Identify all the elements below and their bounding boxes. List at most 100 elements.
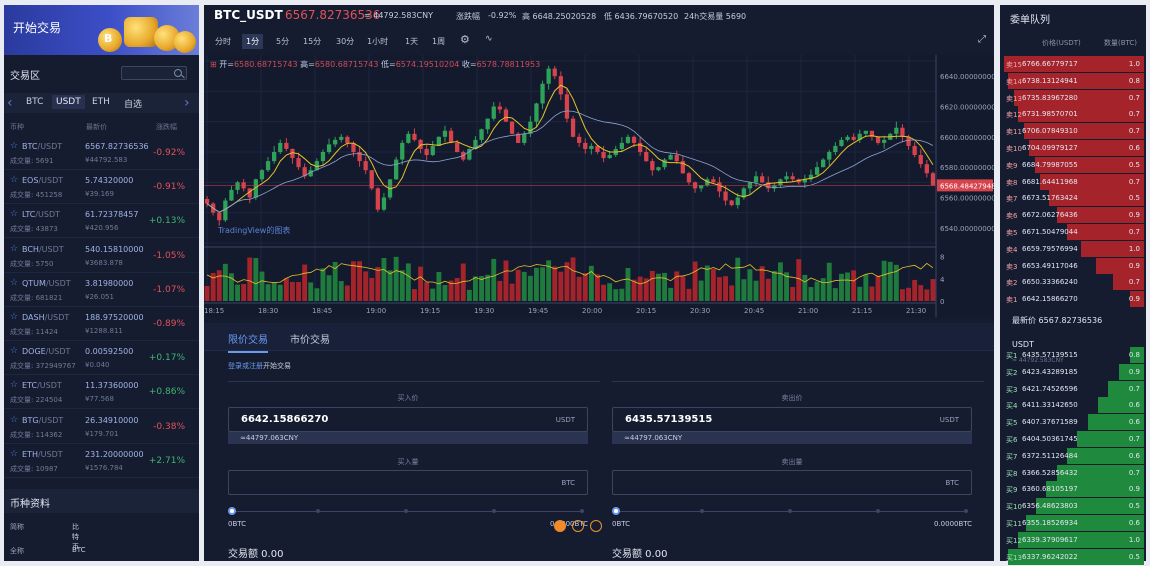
bid-row[interactable]: 买12 6339.37909617 1.0: [1004, 531, 1144, 548]
bid-row[interactable]: 买3 6421.74526596 0.7: [1004, 380, 1144, 397]
ask-row[interactable]: 卖10 6704.09979127 0.6: [1004, 140, 1144, 156]
ask-row[interactable]: 卖2 6650.33366240 0.7: [1004, 274, 1144, 291]
slider-tick[interactable]: [788, 509, 792, 513]
interval-30m[interactable]: 30分: [336, 36, 354, 47]
ask-row[interactable]: 卖1 6642.15866270 0.9: [1004, 291, 1144, 308]
bid-row[interactable]: 买5 6407.37671589 0.6: [1004, 414, 1144, 431]
ask-row[interactable]: 卖14 6738.13124941 0.8: [1004, 72, 1144, 89]
bid-row[interactable]: 买11 6355.18526934 0.6: [1004, 515, 1144, 531]
slider-tick[interactable]: [316, 509, 320, 513]
ask-row[interactable]: 卖15 6766.66779717 1.0: [1004, 56, 1144, 72]
bid-row[interactable]: 买1 6435.57139515 0.8: [1004, 347, 1144, 363]
market-row[interactable]: ☆ DASH/USDT 成交量: 11424 188.97520000 ¥1288.81…: [4, 307, 199, 341]
carousel-dot[interactable]: [572, 520, 584, 532]
interval-timeline[interactable]: 分时: [215, 36, 231, 47]
tab-limit-order[interactable]: 限价交易: [228, 331, 268, 353]
ask-row[interactable]: 卖3 6653.49117046 0.9: [1004, 257, 1144, 274]
tab-favorites[interactable]: 自选: [124, 97, 142, 110]
market-row[interactable]: ☆ BTG/USDT 成交量: 114362 26.34910000 ¥179.701 -…: [4, 410, 199, 444]
market-row[interactable]: ☆ ETC/USDT 成交量: 224504 11.37360000 ¥77.568 +0…: [4, 375, 199, 410]
buy-qty-input[interactable]: BTC: [228, 470, 588, 495]
start-trading-banner[interactable]: 开始交易 B: [4, 5, 199, 55]
market-row[interactable]: ☆ LTC/USDT 成交量: 43873 61.72378457 ¥420.956 +0…: [4, 204, 199, 239]
interval-1m[interactable]: 1分: [242, 34, 264, 49]
volume-bar: [637, 276, 643, 301]
bid-row[interactable]: 买2 6423.43289185 0.9: [1004, 363, 1144, 380]
candle-body: [930, 173, 936, 186]
price-chart[interactable]: 6568.48427948 6640.00000000 6620.00000000 6…: [204, 55, 996, 317]
interval-1w[interactable]: 1周: [432, 36, 445, 47]
volume-bar: [924, 289, 930, 301]
interval-1h[interactable]: 1小时: [367, 36, 388, 47]
interval-1d[interactable]: 1天: [405, 36, 418, 47]
tab-usdt[interactable]: USDT: [52, 95, 85, 109]
ask-row[interactable]: 卖5 6671.50479044 0.7: [1004, 224, 1144, 240]
slider-tick[interactable]: [404, 509, 408, 513]
indicators-icon[interactable]: ∿: [485, 34, 493, 44]
tradingview-watermark[interactable]: TradingView的图表: [218, 225, 290, 236]
star-icon[interactable]: ☆: [10, 380, 18, 390]
slider-tick[interactable]: [876, 509, 880, 513]
interval-15m[interactable]: 15分: [303, 36, 321, 47]
star-icon[interactable]: ☆: [10, 415, 18, 425]
tab-btc[interactable]: BTC: [26, 97, 43, 107]
slider-tick[interactable]: [964, 509, 968, 513]
market-search-input[interactable]: [121, 66, 187, 80]
sell-amount-slider[interactable]: [616, 511, 968, 512]
ask-row[interactable]: 卖8 6681.64411968 0.7: [1004, 173, 1144, 190]
buy-price-input[interactable]: 6642.15866270 USDT: [228, 407, 588, 432]
market-row[interactable]: ☆ QTUM/USDT 成交量: 681821 3.81980000 ¥26.051 -1…: [4, 273, 199, 307]
market-row[interactable]: ☆ BCH/USDT 成交量: 5750 540.15810000 ¥3683.878 -…: [4, 239, 199, 273]
chevron-right-icon[interactable]: ›: [184, 95, 194, 111]
ask-row[interactable]: 卖6 6672.06276436 0.9: [1004, 207, 1144, 224]
star-icon[interactable]: ☆: [10, 244, 18, 254]
bid-row[interactable]: 买6 6404.50361745 0.7: [1004, 431, 1144, 447]
search-icon[interactable]: [174, 69, 182, 77]
star-icon[interactable]: ☆: [10, 175, 18, 185]
slider-tick[interactable]: [700, 509, 704, 513]
slider-tick[interactable]: [580, 509, 584, 513]
time-tick-label: 20:30: [690, 307, 710, 315]
tab-eth[interactable]: ETH: [92, 97, 110, 107]
fullscreen-icon[interactable]: ⤢: [978, 34, 986, 45]
ask-row[interactable]: 卖4 6659.79576994 1.0: [1004, 240, 1144, 257]
tab-market-order[interactable]: 市价交易: [290, 331, 330, 346]
bid-row[interactable]: 买4 6411.33142650 0.6: [1004, 397, 1144, 414]
slider-tick[interactable]: [492, 509, 496, 513]
market-row[interactable]: ☆ EOS/USDT 成交量: 451258 5.74320000 ¥39.169 -0.…: [4, 170, 199, 205]
market-row[interactable]: ☆ BTC/USDT 成交量: 5691 6567.82736536 ¥44792.58…: [4, 136, 199, 170]
ask-row[interactable]: 卖9 6684.79987055 0.5: [1004, 156, 1144, 173]
star-icon[interactable]: ☆: [10, 312, 18, 322]
sell-slider-handle[interactable]: [612, 507, 620, 515]
ask-row[interactable]: 卖13 6735.83967280 0.7: [1004, 89, 1144, 106]
market-row[interactable]: ☆ ETH/USDT 成交量: 10987 231.20000000 ¥1576.784…: [4, 444, 199, 478]
ask-row[interactable]: 卖7 6673.51763424 0.5: [1004, 190, 1144, 207]
bid-row[interactable]: 买8 6366.52856432 0.7: [1004, 464, 1144, 481]
start-trading-button[interactable]: 开始交易: [13, 19, 61, 36]
volume-bar: [668, 287, 674, 301]
buy-slider-handle[interactable]: [228, 507, 236, 515]
settings-gear-icon[interactable]: ⚙: [460, 33, 470, 46]
interval-5m[interactable]: 5分: [276, 36, 289, 47]
star-icon[interactable]: ☆: [10, 346, 18, 356]
star-icon[interactable]: ☆: [10, 209, 18, 219]
bid-row[interactable]: 买13 6337.96242022 0.5: [1004, 548, 1144, 565]
candle-body: [448, 130, 454, 143]
sell-slider-min: 0BTC: [612, 520, 631, 528]
ask-row[interactable]: 卖12 6731.98570701 0.7: [1004, 106, 1144, 123]
buy-amount-slider[interactable]: [232, 511, 584, 512]
ask-row[interactable]: 卖11 6706.07849310 0.7: [1004, 123, 1144, 140]
bid-row[interactable]: 买10 6356.48623803 0.5: [1004, 498, 1144, 515]
star-icon[interactable]: ☆: [10, 449, 18, 459]
bid-row[interactable]: 买9 6360.68105197 0.9: [1004, 481, 1144, 498]
market-row[interactable]: ☆ DOGE/USDT 成交量: 372949767 0.00592500 ¥0.040…: [4, 341, 199, 376]
star-icon[interactable]: ☆: [10, 141, 18, 151]
sell-qty-input[interactable]: BTC: [612, 470, 972, 495]
chevron-left-icon[interactable]: ‹: [7, 95, 17, 111]
star-icon[interactable]: ☆: [10, 278, 18, 288]
bid-row[interactable]: 买7 6372.51126484 0.6: [1004, 447, 1144, 464]
carousel-dot-active[interactable]: [554, 520, 566, 532]
login-register-link[interactable]: 登录或注册: [228, 362, 263, 370]
sell-price-input[interactable]: 6435.57139515 USDT: [612, 407, 972, 432]
carousel-dot[interactable]: [590, 520, 602, 532]
